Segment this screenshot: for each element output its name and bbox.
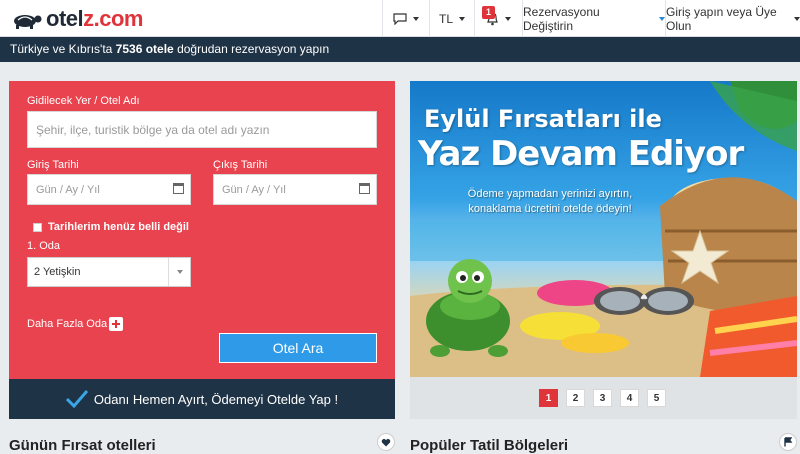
- currency-label: TL: [438, 11, 453, 26]
- promo-subtitle-line2: konaklama ücretini otelde ödeyin!: [468, 203, 632, 215]
- page-button-3[interactable]: 3: [593, 389, 612, 407]
- notification-badge: 1: [482, 6, 495, 19]
- change-reservation-menu[interactable]: Rezervasyonu Değiştirin: [522, 0, 665, 37]
- promo-slider[interactable]: Eylül Fırsatları ile Yaz Devam Ediyor Öd…: [410, 81, 797, 377]
- currency-menu[interactable]: TL: [429, 0, 474, 37]
- destination-label: Gidilecek Yer / Otel Adı: [27, 95, 140, 107]
- unknown-dates-checkbox[interactable]: [33, 223, 42, 232]
- chevron-down-icon: [413, 16, 419, 21]
- logo-text: otelz.com: [46, 6, 143, 31]
- chevron-down-icon: [794, 16, 800, 21]
- page-button-4[interactable]: 4: [620, 389, 639, 407]
- site-logo[interactable]: otelz.com: [8, 6, 143, 32]
- chevron-down-icon: [168, 258, 190, 286]
- destination-input[interactable]: Şehir, ilçe, turistik bölge ya da otel a…: [27, 111, 377, 148]
- checkin-placeholder: Gün / Ay / Yıl: [36, 183, 100, 196]
- page-button-2[interactable]: 2: [566, 389, 585, 407]
- heart-icon[interactable]: [377, 433, 395, 451]
- promo-subtitle-line1: Ödeme yapmadan yerinizi ayırtın,: [467, 188, 633, 200]
- room-label: 1. Oda: [27, 240, 61, 252]
- top-navigation: otelz.com TL 1 Rezervasyonu Değiştirin G…: [0, 0, 800, 37]
- calendar-icon[interactable]: [173, 183, 184, 194]
- checkmark-icon: [65, 390, 88, 408]
- promo-subtitle: Ödeme yapmadan yerinizi ayırtın, konakla…: [450, 187, 650, 217]
- pay-at-hotel-banner: Odanı Hemen Ayırt, Ödemeyi Otelde Yap !: [9, 379, 395, 419]
- add-room-icon[interactable]: [109, 317, 123, 331]
- banner-text-post: doğrudan rezervasyon yapın: [177, 42, 330, 56]
- login-menu[interactable]: Giriş yapın veya Üye Olun: [665, 0, 800, 37]
- banner-hotel-count: 7536 otele: [115, 42, 174, 56]
- change-reservation-label: Rezervasyonu Değiştirin: [523, 4, 600, 33]
- turtle-logo-icon: [14, 15, 42, 29]
- promo-title-line2: Yaz Devam Ediyor: [418, 134, 744, 174]
- login-label: Giriş yapın veya Üye Olun: [666, 4, 777, 33]
- guests-value: 2 Yetişkin: [34, 266, 81, 278]
- chat-menu[interactable]: [382, 0, 429, 37]
- promo-pagination: 1 2 3 4 5: [410, 377, 797, 419]
- destination-placeholder: Şehir, ilçe, turistik bölge ya da otel a…: [36, 122, 270, 137]
- pay-at-hotel-text: Odanı Hemen Ayırt, Ödemeyi Otelde Yap !: [93, 391, 339, 407]
- page-button-1[interactable]: 1: [539, 389, 558, 407]
- chevron-down-icon: [459, 16, 465, 21]
- guests-select[interactable]: 2 Yetişkin: [27, 257, 191, 287]
- checkin-date-input[interactable]: Gün / Ay / Yıl: [27, 174, 191, 205]
- checkout-label: Çıkış Tarihi: [213, 159, 268, 171]
- page-button-5[interactable]: 5: [647, 389, 666, 407]
- notifications-menu[interactable]: [474, 0, 522, 37]
- banner-text-pre: Türkiye ve Kıbrıs'ta: [10, 42, 113, 56]
- calendar-icon[interactable]: [359, 183, 370, 194]
- chevron-down-icon: [505, 16, 511, 21]
- checkout-placeholder: Gün / Ay / Yıl: [222, 183, 286, 196]
- unknown-dates-label: Tarihlerim henüz belli değil: [48, 221, 189, 233]
- popular-regions-title: Popüler Tatil Bölgeleri: [410, 437, 569, 454]
- chat-icon: [393, 12, 407, 25]
- flag-icon[interactable]: [779, 433, 797, 451]
- promo-title-line1: Eylül Fırsatları ile: [424, 105, 662, 133]
- hotel-search-panel: Gidilecek Yer / Otel Adı Şehir, ilçe, tu…: [9, 81, 395, 379]
- daily-deals-title: Günün Fırsat otelleri: [9, 437, 156, 454]
- more-rooms-label[interactable]: Daha Fazla Oda: [27, 318, 107, 330]
- hotel-count-banner: Türkiye ve Kıbrıs'ta 7536 otele doğrudan…: [0, 37, 800, 62]
- checkin-label: Giriş Tarihi: [27, 159, 79, 171]
- search-hotels-button[interactable]: Otel Ara: [219, 333, 377, 363]
- checkout-date-input[interactable]: Gün / Ay / Yıl: [213, 174, 377, 205]
